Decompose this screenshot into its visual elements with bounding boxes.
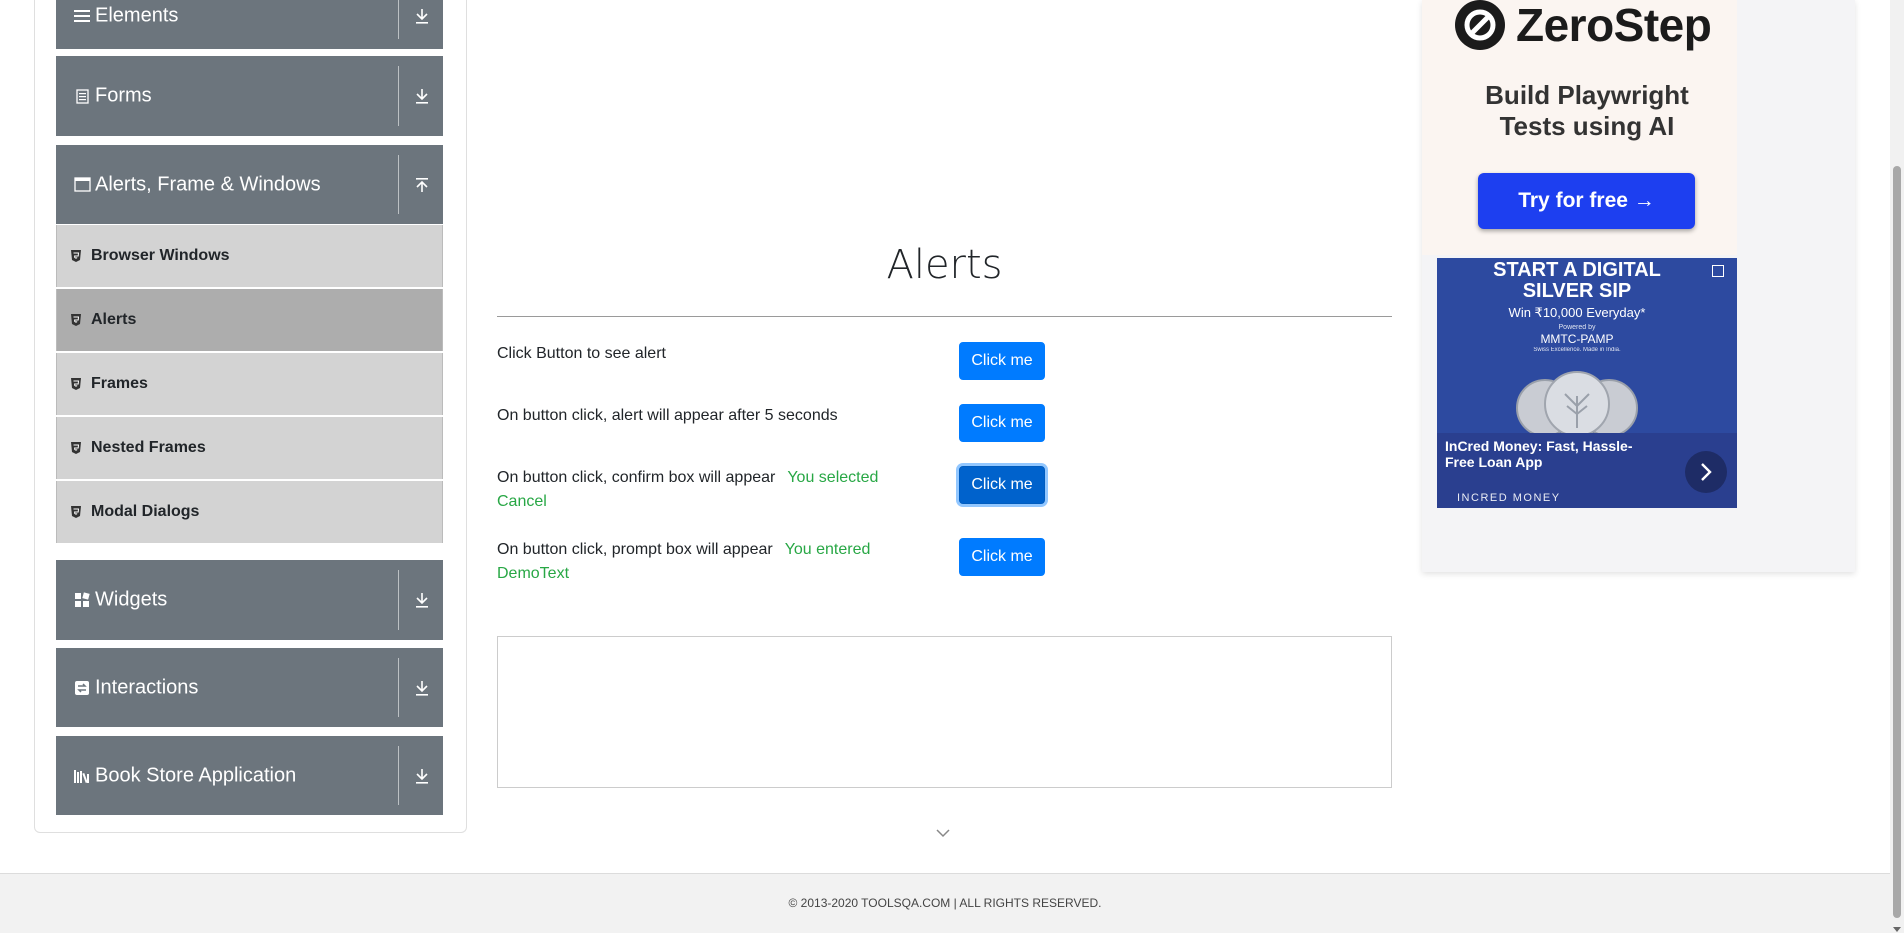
window-icon <box>73 176 91 194</box>
sidebar-item-label: Modal Dialogs <box>91 503 200 520</box>
incred-ad-title-line: SILVER SIP <box>1522 280 1632 302</box>
sidebar-item-label: Frames <box>91 375 148 392</box>
confirm-description: On button click, confirm box will appear <box>497 469 776 486</box>
sidebar-item-modal-dialogs[interactable]: Modal Dialogs <box>56 481 443 543</box>
incred-ad-headline: InCred Money: Fast, Hassle-Free Loan App <box>1445 438 1633 470</box>
sidebar-group-widgets[interactable]: Widgets <box>56 560 443 640</box>
sidebar-group-forms[interactable]: Forms <box>56 56 443 136</box>
group-divider <box>398 66 399 126</box>
sidebar-group-alerts-frame-windows[interactable]: Alerts, Frame & Windows <box>56 145 443 224</box>
download-arrow-icon <box>414 679 430 697</box>
try-for-free-button[interactable]: Try for free → <box>1478 173 1695 229</box>
sidebar-item-browser-windows[interactable]: Browser Windows <box>56 225 443 287</box>
html5-icon <box>71 249 81 262</box>
confirm-button[interactable]: Click me <box>959 466 1045 504</box>
group-divider <box>398 658 399 717</box>
scrollbar-thumb[interactable] <box>1893 166 1901 918</box>
download-arrow-icon <box>414 7 430 25</box>
alert-description: Click Button to see alert <box>497 345 666 362</box>
sidebar-item-alerts[interactable]: Alerts <box>56 289 443 351</box>
sidebar-group-label: Forms <box>95 84 152 107</box>
sidebar-group-label: Elements <box>95 4 179 27</box>
sidebar-group-elements[interactable]: Elements <box>56 0 443 49</box>
sidebar-group-label: Alerts, Frame & Windows <box>95 173 321 195</box>
mmtc-pamp-logo-text: MMTC-PAMP <box>1540 332 1614 346</box>
ad-placeholder-box <box>497 636 1392 788</box>
hamburger-icon <box>73 7 91 25</box>
incred-ad[interactable]: START A DIGITAL SILVER SIP Win ₹10,000 E… <box>1437 258 1737 508</box>
sidebar-group-book-store-application[interactable]: Book Store Application <box>56 736 443 815</box>
timer-alert-row-label: On button click, alert will appear after… <box>497 404 907 428</box>
document-icon <box>73 87 91 105</box>
download-arrow-icon <box>414 87 430 105</box>
zerostep-tagline-line: Tests using AI <box>1499 111 1675 141</box>
page-title: Alerts <box>886 242 1003 288</box>
timer-alert-description: On button click, alert will appear after… <box>497 407 838 424</box>
title-divider <box>497 316 1392 317</box>
sidebar-group-label: Interactions <box>95 676 199 698</box>
incred-ad-title: START A DIGITAL SILVER SIP <box>1437 260 1717 302</box>
chevron-down-icon[interactable] <box>934 826 952 840</box>
copyright-text: © 2013-2020 TOOLSQA.COM | ALL RIGHTS RES… <box>788 896 1102 910</box>
scroll-down-arrow-icon[interactable] <box>1893 920 1901 932</box>
incred-ad-source: INCRED MONEY <box>1457 492 1561 504</box>
zerostep-tagline-line: Build Playwright <box>1485 80 1689 110</box>
group-divider <box>398 570 399 630</box>
html5-icon <box>71 377 81 390</box>
group-divider <box>398 155 399 214</box>
sidebar-group-label: Widgets <box>95 588 168 611</box>
timer-alert-button[interactable]: Click me <box>959 404 1045 442</box>
prompt-description: On button click, prompt box will appear <box>497 541 773 558</box>
prompt-button[interactable]: Click me <box>959 538 1045 576</box>
html5-icon <box>71 441 81 454</box>
download-arrow-icon <box>414 591 430 609</box>
download-arrow-icon <box>414 767 430 785</box>
sidebar-item-label: Alerts <box>91 311 137 328</box>
widgets-grid-icon <box>73 591 91 609</box>
mmtc-pamp-slogan: Swiss Excellence. Made in India. <box>1533 347 1621 353</box>
alert-row-label: Click Button to see alert <box>497 342 907 366</box>
sidebar-item-label: Nested Frames <box>91 439 206 456</box>
incred-ad-subtitle: Win ₹10,000 Everyday* <box>1508 305 1646 320</box>
upload-arrow-icon <box>414 176 430 194</box>
incred-ad-title-line: START A DIGITAL <box>1493 259 1661 281</box>
sidebar-group-interactions[interactable]: Interactions <box>56 648 443 727</box>
prompt-row-label: On button click, prompt box will appear Y… <box>497 538 907 586</box>
zerostep-tagline: Build Playwright Tests using AI <box>1422 80 1752 142</box>
confirm-row-label: On button click, confirm box will appear… <box>497 466 907 514</box>
interactions-icon <box>73 679 91 697</box>
alert-button[interactable]: Click me <box>959 342 1045 380</box>
sidebar-item-label: Browser Windows <box>91 247 230 264</box>
group-divider <box>398 0 399 39</box>
books-icon <box>73 767 91 785</box>
sidebar-item-nested-frames[interactable]: Nested Frames <box>56 417 443 479</box>
html5-icon <box>71 313 81 326</box>
zerostep-brand: ZeroStep <box>1516 0 1712 51</box>
html5-icon <box>71 505 81 518</box>
page: Elements Forms Alerts, Frame & Windows B… <box>0 0 1904 933</box>
incred-ad-powered-by: Powered by <box>1558 324 1596 331</box>
group-divider <box>398 746 399 805</box>
chevron-right-icon[interactable] <box>1685 451 1727 493</box>
sidebar-item-frames[interactable]: Frames <box>56 353 443 415</box>
zerostep-logo-icon <box>1455 0 1505 50</box>
sidebar-group-label: Book Store Application <box>95 764 297 786</box>
